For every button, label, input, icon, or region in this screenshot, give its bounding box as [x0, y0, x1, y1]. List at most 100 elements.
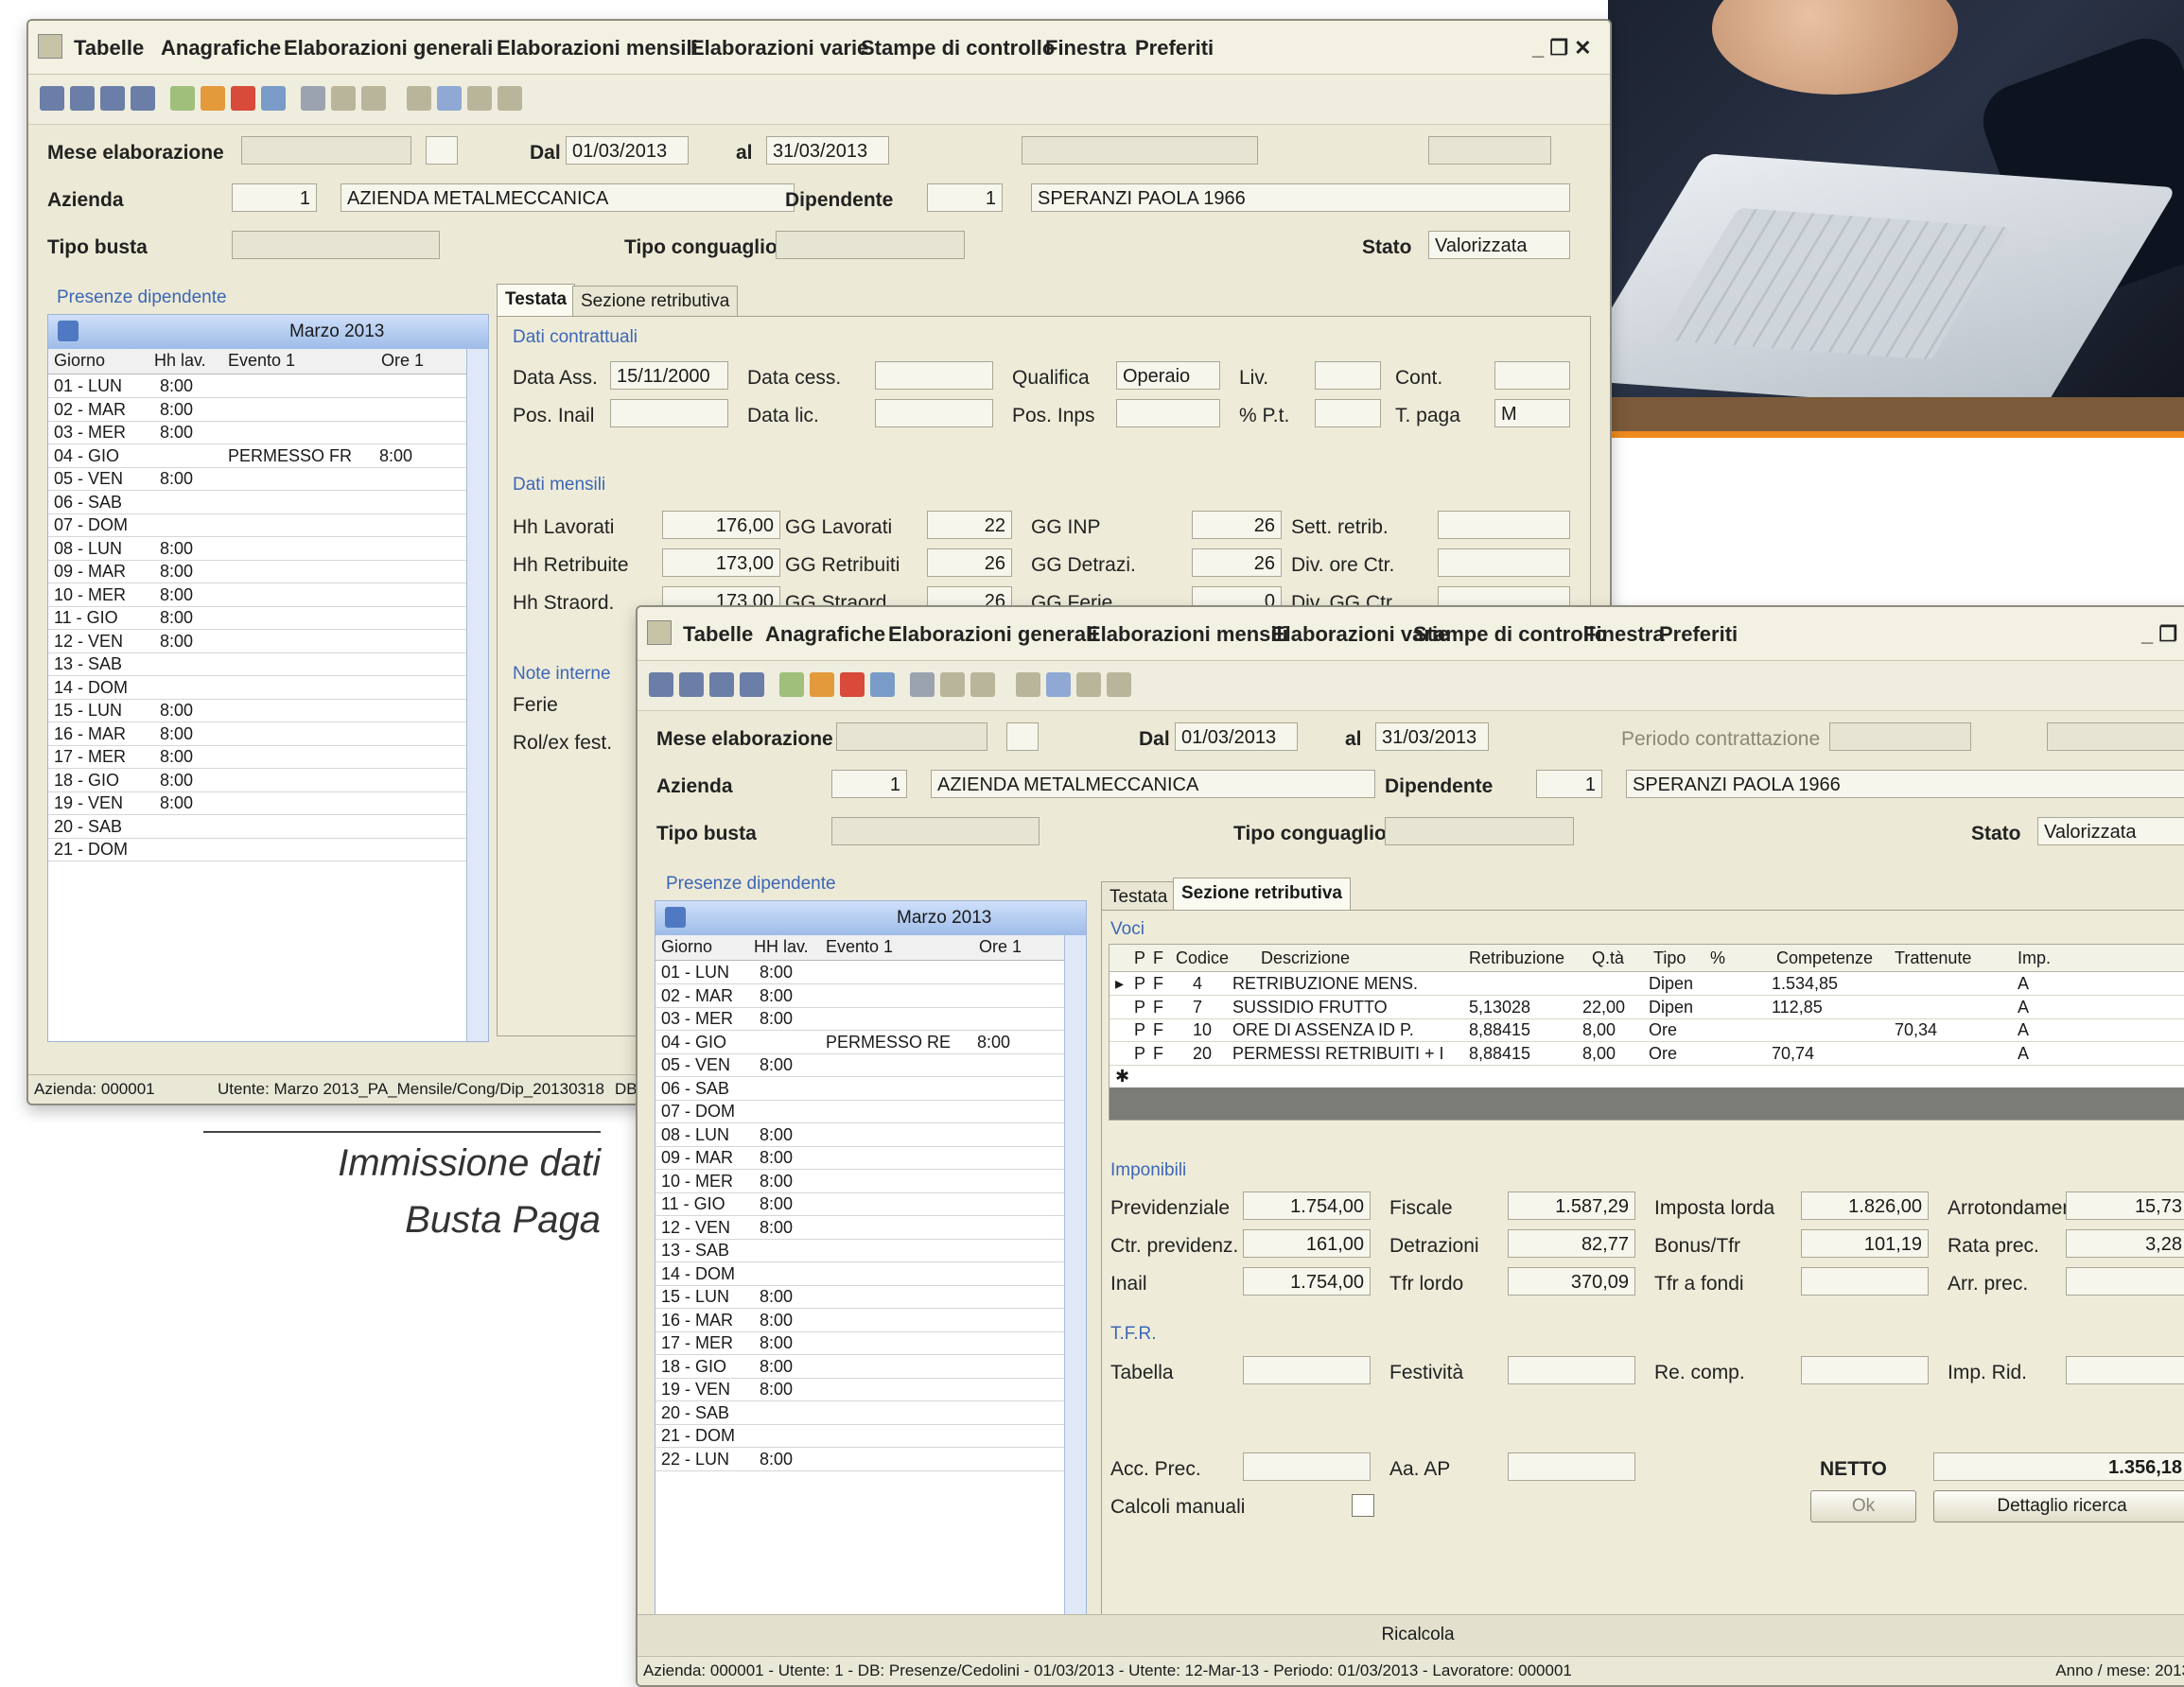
acc-prec-field[interactable] [1243, 1452, 1371, 1481]
mensili-value-field[interactable]: 26 [1192, 548, 1282, 577]
day-row[interactable]: 03 - MER 8:00 [655, 1007, 1065, 1031]
refresh-icon[interactable] [1016, 672, 1040, 697]
day-row[interactable]: 01 - LUN 8:00 [48, 374, 467, 398]
periodo-field[interactable] [1829, 722, 1971, 751]
ricalcola-button[interactable]: Ricalcola [638, 1625, 2184, 1645]
calendar-icon[interactable] [58, 321, 79, 341]
festivita-field[interactable] [1508, 1356, 1635, 1384]
day-row[interactable]: 11 - GIO 8:00 [655, 1192, 1065, 1216]
day-row[interactable]: 19 - VEN 8:00 [655, 1378, 1065, 1401]
tipo-conguaglio-field[interactable] [776, 231, 965, 259]
refresh-icon[interactable] [407, 86, 431, 111]
menu-preferiti[interactable]: Preferiti [1659, 622, 1738, 647]
day-row[interactable]: 05 - VEN 8:00 [48, 467, 467, 491]
imponibile-value-field[interactable] [1801, 1267, 1929, 1296]
new-record-icon[interactable] [779, 672, 804, 697]
data-ass-field[interactable]: 15/11/2000 [610, 361, 728, 390]
liv-field[interactable] [1315, 361, 1381, 390]
day-row[interactable]: 22 - LUN 8:00 [655, 1448, 1065, 1471]
al-field[interactable]: 31/03/2013 [1375, 722, 1489, 751]
day-row[interactable]: 02 - MAR 8:00 [48, 398, 467, 422]
day-row[interactable]: 01 - LUN 8:00 [655, 961, 1065, 984]
day-row[interactable]: 14 - DOM [655, 1262, 1065, 1286]
ok-button[interactable]: Ok [1810, 1490, 1916, 1522]
menu-elab-generali[interactable]: Elaborazioni generali [888, 622, 1097, 647]
day-row[interactable]: 13 - SAB [48, 652, 467, 676]
search-icon[interactable] [331, 86, 356, 111]
day-row[interactable]: 08 - LUN 8:00 [655, 1123, 1065, 1147]
menu-finestra[interactable]: Finestra [1583, 622, 1665, 647]
menu-elab-generali[interactable]: Elaborazioni generali [284, 36, 493, 61]
prev-record-icon[interactable] [679, 672, 704, 697]
save-icon[interactable] [261, 86, 286, 111]
aa-ap-field[interactable] [1508, 1452, 1635, 1481]
mese-field[interactable] [241, 136, 411, 165]
imponibile-value-field[interactable]: 161,00 [1243, 1229, 1371, 1258]
imponibile-value-field[interactable]: 15,73 [2066, 1191, 2184, 1220]
day-row[interactable]: 16 - MAR 8:00 [48, 722, 467, 746]
imponibile-value-field[interactable]: 1.754,00 [1243, 1191, 1371, 1220]
first-record-icon[interactable] [40, 86, 64, 111]
day-row[interactable]: 04 - GIO PERMESSO RE 8:00 [655, 1031, 1065, 1054]
dipendente-code-field[interactable]: 1 [927, 183, 1003, 212]
imponibile-value-field[interactable]: 101,19 [1801, 1229, 1929, 1258]
menu-stampe[interactable]: Stampe di controllo [861, 36, 1055, 61]
day-row[interactable]: 06 - SAB [655, 1077, 1065, 1101]
periodo-field-2[interactable] [2047, 722, 2184, 751]
day-row[interactable]: 15 - LUN 8:00 [48, 699, 467, 722]
azienda-code-field[interactable]: 1 [232, 183, 317, 212]
tab-sezione-retributiva[interactable]: Sezione retributiva [1173, 878, 1351, 911]
imponibile-value-field[interactable]: 82,77 [1508, 1229, 1635, 1258]
window-controls[interactable]: _ ❐ [2141, 622, 2177, 647]
voce-row[interactable]: P F 10 ORE DI ASSENZA ID P. 8,88415 8,00 Ore 70… [1109, 1018, 2184, 1042]
part-time-field[interactable] [1315, 399, 1381, 427]
menu-elab-mensili[interactable]: Elaborazioni mensili [497, 36, 698, 61]
menu-tabelle[interactable]: Tabelle [74, 36, 144, 61]
mensili-value-field[interactable]: 176,00 [662, 511, 780, 539]
al-field[interactable]: 31/03/2013 [766, 136, 889, 165]
imponibile-value-field[interactable]: 3,28 [2066, 1229, 2184, 1258]
voce-row[interactable]: ▸ P F 4 RETRIBUZIONE MENS. Dipen 1.534,85 A [1109, 972, 2184, 996]
day-row[interactable]: 05 - VEN 8:00 [655, 1053, 1065, 1077]
delete-icon[interactable] [840, 672, 865, 697]
day-row[interactable]: 09 - MAR 8:00 [655, 1146, 1065, 1170]
prev-record-icon[interactable] [70, 86, 95, 111]
tab-testata[interactable]: Testata [1101, 881, 1177, 913]
menu-tabelle[interactable]: Tabelle [683, 622, 753, 647]
azienda-name-field[interactable]: AZIENDA METALMECCANICA [341, 183, 795, 212]
day-row[interactable]: 13 - SAB [655, 1239, 1065, 1262]
day-row[interactable]: 07 - DOM [655, 1100, 1065, 1123]
imponibile-value-field[interactable]: 370,09 [1508, 1267, 1635, 1296]
periodo-field-2[interactable] [1428, 136, 1551, 165]
dipendente-name-field[interactable]: SPERANZI PAOLA 1966 [1031, 183, 1570, 212]
dettaglio-ricerca-button[interactable]: Dettaglio ricerca [1933, 1490, 2184, 1522]
menu-preferiti[interactable]: Preferiti [1135, 36, 1214, 61]
azienda-code-field[interactable]: 1 [831, 770, 907, 798]
menu-stampe[interactable]: Stampe di controllo [1413, 622, 1607, 647]
tab-sezione-retributiva[interactable]: Sezione retributiva [572, 286, 739, 317]
day-row[interactable]: 11 - GIO 8:00 [48, 606, 467, 630]
pos-inps-field[interactable] [1116, 399, 1220, 427]
imponibile-value-field[interactable]: 1.826,00 [1801, 1191, 1929, 1220]
back-panel-scrollbar[interactable] [466, 349, 488, 1041]
tpaga-field[interactable]: M [1494, 399, 1570, 427]
voce-row[interactable]: P F 7 SUSSIDIO FRUTTO 5,13028 22,00 Dipen 112,8… [1109, 996, 2184, 1019]
last-record-icon[interactable] [740, 672, 764, 697]
add-icon[interactable] [810, 672, 834, 697]
day-row[interactable]: 18 - GIO 8:00 [48, 769, 467, 792]
day-row[interactable]: 17 - MER 8:00 [655, 1331, 1065, 1355]
export-icon[interactable] [467, 86, 492, 111]
menu-elab-varie[interactable]: Elaborazioni varie [690, 36, 868, 61]
mese-lookup-button[interactable] [1006, 722, 1039, 751]
tipo-busta-field[interactable] [232, 231, 440, 259]
mensili-extra-field[interactable] [1438, 511, 1570, 539]
delete-icon[interactable] [231, 86, 255, 111]
first-record-icon[interactable] [649, 672, 673, 697]
imponibile-value-field[interactable]: 1.754,00 [1243, 1267, 1371, 1296]
imponibile-value-field[interactable] [2066, 1267, 2184, 1296]
day-row[interactable]: 03 - MER 8:00 [48, 421, 467, 444]
help-icon[interactable] [1046, 672, 1071, 697]
mensili-value-field[interactable]: 22 [927, 511, 1012, 539]
day-row[interactable]: 04 - GIO PERMESSO FR 8:00 [48, 444, 467, 468]
day-row[interactable]: 10 - MER 8:00 [48, 583, 467, 607]
